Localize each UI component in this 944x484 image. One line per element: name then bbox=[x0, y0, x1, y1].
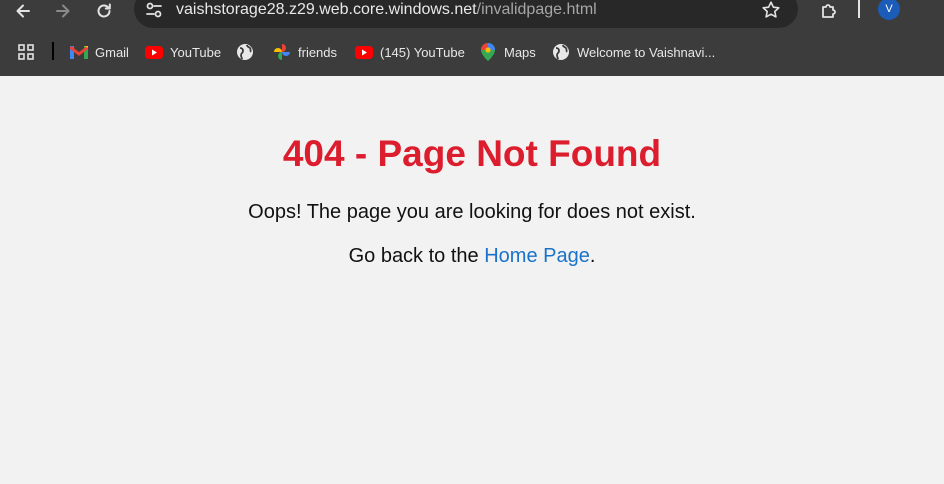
maps-pin-icon bbox=[479, 43, 497, 61]
bookmark-label: YouTube bbox=[170, 44, 222, 60]
home-page-link[interactable]: Home Page bbox=[484, 245, 590, 267]
globe-icon bbox=[236, 43, 254, 61]
browser-chrome: vaishstorage28.z29.web.core.windows.net/… bbox=[0, 0, 944, 76]
reload-icon bbox=[97, 3, 111, 18]
youtube-icon bbox=[145, 43, 163, 61]
arrow-left-icon bbox=[16, 4, 30, 18]
bookmark-globe[interactable] bbox=[236, 38, 261, 66]
error-message: Oops! The page you are looking for does … bbox=[248, 201, 696, 223]
url-text[interactable]: vaishstorage28.z29.web.core.windows.net/… bbox=[176, 1, 597, 19]
forward-button[interactable] bbox=[49, 0, 77, 22]
reload-button[interactable] bbox=[90, 0, 118, 22]
url-path: /invalidpage.html bbox=[476, 1, 597, 18]
apps-grid-icon bbox=[17, 43, 35, 61]
bookmark-youtube[interactable]: YouTube bbox=[145, 38, 221, 66]
youtube-icon bbox=[355, 43, 373, 61]
browser-toolbar: vaishstorage28.z29.web.core.windows.net/… bbox=[0, 0, 944, 32]
bookmarks-divider bbox=[52, 42, 54, 60]
gmail-icon bbox=[70, 43, 88, 61]
bookmark-welcome[interactable]: Welcome to Vaishnavi... bbox=[552, 38, 715, 66]
bookmark-label: (145) YouTube bbox=[380, 44, 465, 60]
back-prefix-text: Go back to the bbox=[348, 245, 485, 267]
toolbar-divider bbox=[858, 0, 860, 18]
bookmark-friends[interactable]: friends bbox=[273, 38, 337, 66]
back-link-line: Go back to the Home Page. bbox=[0, 244, 944, 268]
bookmarks-bar: Gmail YouTube friends (145) YouTube Maps… bbox=[0, 38, 944, 66]
extensions-button[interactable] bbox=[815, 0, 843, 22]
bookmark-label: Gmail bbox=[95, 44, 129, 60]
bookmark-label: Welcome to Vaishnavi... bbox=[577, 44, 716, 60]
bookmark-label: Maps bbox=[504, 44, 536, 60]
back-button[interactable] bbox=[9, 0, 37, 22]
address-bar[interactable]: vaishstorage28.z29.web.core.windows.net/… bbox=[134, 0, 798, 28]
apps-button[interactable] bbox=[17, 38, 35, 66]
back-suffix-text: . bbox=[589, 245, 596, 267]
url-host: vaishstorage28.z29.web.core.windows.net bbox=[176, 1, 477, 18]
bookmark-label: friends bbox=[298, 44, 338, 60]
bookmark-gmail[interactable]: Gmail bbox=[70, 38, 129, 66]
globe-icon bbox=[552, 43, 570, 61]
page-title: 404 - Page Not Found bbox=[282, 133, 662, 174]
photos-pinwheel-icon bbox=[273, 43, 291, 61]
puzzle-icon bbox=[822, 4, 836, 18]
bookmark-youtube-145[interactable]: (145) YouTube bbox=[355, 38, 465, 66]
arrow-right-icon bbox=[56, 4, 70, 18]
bookmark-star-button[interactable] bbox=[760, 0, 782, 21]
page-content: 404 - Page Not Found Oops! The page you … bbox=[0, 76, 944, 484]
site-info-icon[interactable] bbox=[144, 0, 164, 20]
star-icon bbox=[762, 1, 780, 18]
profile-avatar[interactable]: V bbox=[878, 0, 900, 20]
bookmark-maps[interactable]: Maps bbox=[479, 38, 536, 66]
